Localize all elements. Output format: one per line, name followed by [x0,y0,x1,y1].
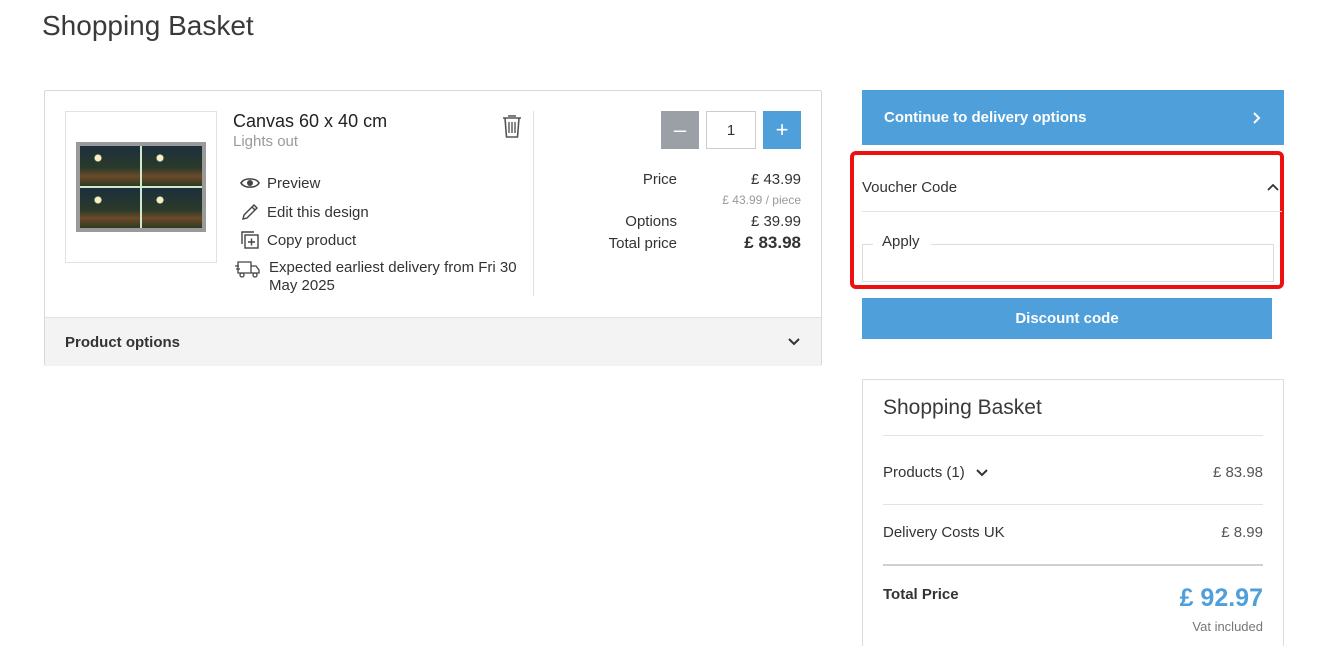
preview-label: Preview [267,174,321,192]
copy-product-label: Copy product [267,231,357,249]
divider [533,111,534,296]
product-thumbnail[interactable] [65,111,217,263]
product-title: Canvas 60 x 40 cm [233,111,388,131]
options-label: Options [625,213,677,230]
summary-delivery-row: Delivery Costs UK £ 8.99 [883,524,1263,541]
products-toggle[interactable]: Products (1) [883,464,989,481]
delivery-estimate: Expected earliest delivery from Fri 30 M… [235,259,535,295]
voucher-code-title: Voucher Code [862,178,958,196]
total-price-amount: £ 92.97 [1179,584,1263,612]
chevron-down-icon [975,468,988,476]
delivery-costs-label: Delivery Costs UK [883,524,1005,541]
quantity-increase-button[interactable]: + [763,111,801,149]
pencil-icon [239,202,261,222]
products-label: Products (1) [883,464,965,481]
trash-icon[interactable] [501,113,523,139]
eye-icon [239,173,261,193]
vat-note: Vat included [1192,619,1263,634]
voucher-field-label: Apply [880,233,922,250]
voucher-code-toggle[interactable]: Voucher Code [862,163,1282,212]
continue-to-delivery-button[interactable]: Continue to delivery options [862,90,1284,145]
options-value: £ 39.99 [750,213,801,230]
page-title: Shopping Basket [42,10,254,41]
product-subtitle: Lights out [233,133,299,150]
product-options-label: Product options [65,333,180,351]
divider [883,564,1263,566]
canvas-preview-image [76,142,206,232]
total-price-label: Total Price [883,586,959,603]
basket-summary: Shopping Basket Products (1) £ 83.98 Del… [862,379,1284,646]
truck-icon [235,259,263,279]
preview-link[interactable]: Preview [239,173,320,193]
divider [883,435,1263,436]
discount-code-button[interactable]: Discount code [862,298,1272,339]
total-price-value: £ 83.98 [744,233,801,252]
quantity-input[interactable] [706,111,756,149]
copy-product-link[interactable]: Copy product [239,230,356,250]
summary-products-row: Products (1) £ 83.98 [883,464,1263,481]
quantity-decrease-button[interactable]: – [661,111,699,149]
edit-design-label: Edit this design [267,203,369,221]
price-value: £ 43.99 [750,171,801,188]
summary-title: Shopping Basket [883,396,1042,419]
voucher-code-input[interactable] [862,244,1274,282]
product-options-toggle[interactable]: Product options [45,317,821,366]
delivery-text: Expected earliest delivery from Fri 30 M… [269,259,517,294]
delivery-costs-value: £ 8.99 [1221,524,1263,541]
price-per-piece: £ 43.99 / piece [722,193,801,207]
price-label: Price [642,171,677,188]
divider [883,504,1263,505]
product-card: Canvas 60 x 40 cm Lights out Preview Edi… [44,90,822,366]
copy-icon [239,230,261,250]
edit-design-link[interactable]: Edit this design [239,202,369,222]
products-value: £ 83.98 [1212,464,1263,481]
chevron-down-icon [788,338,800,346]
continue-label: Continue to delivery options [884,109,1087,126]
total-price-label: Total price [608,235,677,252]
chevron-up-icon [1267,183,1279,191]
chevron-right-icon [1253,111,1261,124]
